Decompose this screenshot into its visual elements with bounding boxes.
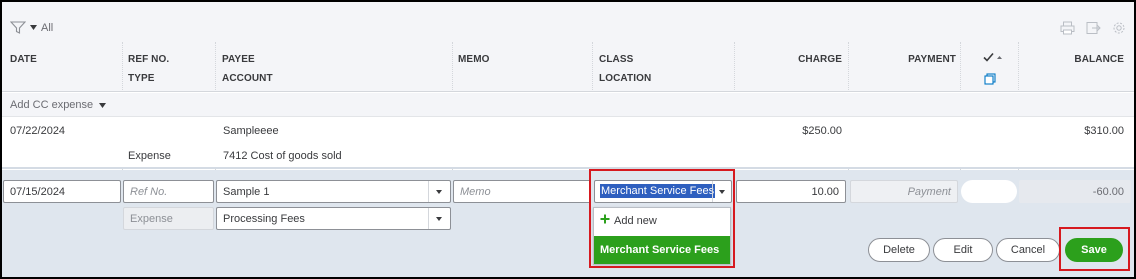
header-charge[interactable]: CHARGE xyxy=(798,54,842,65)
row-balance: $310.00 xyxy=(1084,125,1124,137)
cancel-button[interactable]: Cancel xyxy=(996,238,1060,262)
column-header: DATE REF NO. TYPE PAYEE ACCOUNT MEMO CLA… xyxy=(2,42,1134,92)
header-payment[interactable]: PAYMENT xyxy=(908,54,956,65)
balance-field: -60.00 xyxy=(1019,180,1131,203)
register-toolbar: All xyxy=(2,2,1134,42)
bank-register: All DATE REF NO. TYPE PAYEE ACCOUNT MEMO… xyxy=(0,0,1136,279)
type-field: Expense xyxy=(123,207,214,230)
memo-field[interactable]: Memo xyxy=(453,180,591,203)
header-type[interactable]: TYPE xyxy=(128,73,155,84)
edit-button[interactable]: Edit xyxy=(933,238,993,262)
copy-icon[interactable] xyxy=(984,73,996,88)
header-payee[interactable]: PAYEE xyxy=(222,54,255,65)
add-cc-expense-label[interactable]: Add CC expense xyxy=(10,99,93,111)
add-expense-row: Add CC expense xyxy=(2,93,1134,117)
row-type: Expense xyxy=(128,150,171,162)
chevron-down-icon[interactable] xyxy=(436,217,442,221)
header-account[interactable]: ACCOUNT xyxy=(222,73,273,84)
header-date[interactable]: DATE xyxy=(10,54,37,65)
filter-control[interactable]: All xyxy=(10,21,53,34)
filter-label[interactable]: All xyxy=(41,22,53,34)
ref-no-field[interactable]: Ref No. xyxy=(123,180,214,203)
payment-field[interactable]: Payment xyxy=(850,180,958,203)
class-highlight-box xyxy=(589,169,735,268)
filter-icon[interactable] xyxy=(10,21,26,34)
chevron-down-icon[interactable] xyxy=(99,99,107,111)
header-balance[interactable]: BALANCE xyxy=(1074,54,1124,65)
cleared-status-toggle[interactable] xyxy=(961,180,1017,203)
account-dropdown[interactable]: Processing Fees xyxy=(216,207,451,230)
row-payee: Sampleeee xyxy=(223,125,279,137)
settings-icon[interactable] xyxy=(1112,21,1126,35)
header-ref-no[interactable]: REF NO. xyxy=(128,54,169,65)
charge-field[interactable]: 10.00 xyxy=(736,180,846,203)
chevron-down-icon[interactable] xyxy=(30,25,37,30)
export-icon[interactable] xyxy=(1086,21,1101,35)
table-row[interactable]: 07/22/2024 Expense Sampleeee 7412 Cost o… xyxy=(2,117,1134,169)
account-value: Processing Fees xyxy=(223,213,305,225)
save-highlight-box xyxy=(1059,227,1130,271)
row-date: 07/22/2024 xyxy=(10,125,66,137)
payee-value: Sample 1 xyxy=(223,186,270,198)
chevron-down-icon[interactable] xyxy=(436,190,442,194)
add-cc-expense-dropdown[interactable]: Add CC expense xyxy=(10,99,107,111)
checkmark-icon[interactable] xyxy=(983,52,1003,66)
payee-dropdown[interactable]: Sample 1 xyxy=(216,180,451,203)
row-account: 7412 Cost of goods sold xyxy=(223,150,342,162)
date-field[interactable]: 07/15/2024 xyxy=(3,180,121,203)
header-class[interactable]: CLASS xyxy=(599,54,633,65)
header-location[interactable]: LOCATION xyxy=(599,73,651,84)
row-charge: $250.00 xyxy=(802,125,842,137)
header-memo[interactable]: MEMO xyxy=(458,54,490,65)
print-icon[interactable] xyxy=(1060,21,1075,35)
delete-button[interactable]: Delete xyxy=(868,238,930,262)
